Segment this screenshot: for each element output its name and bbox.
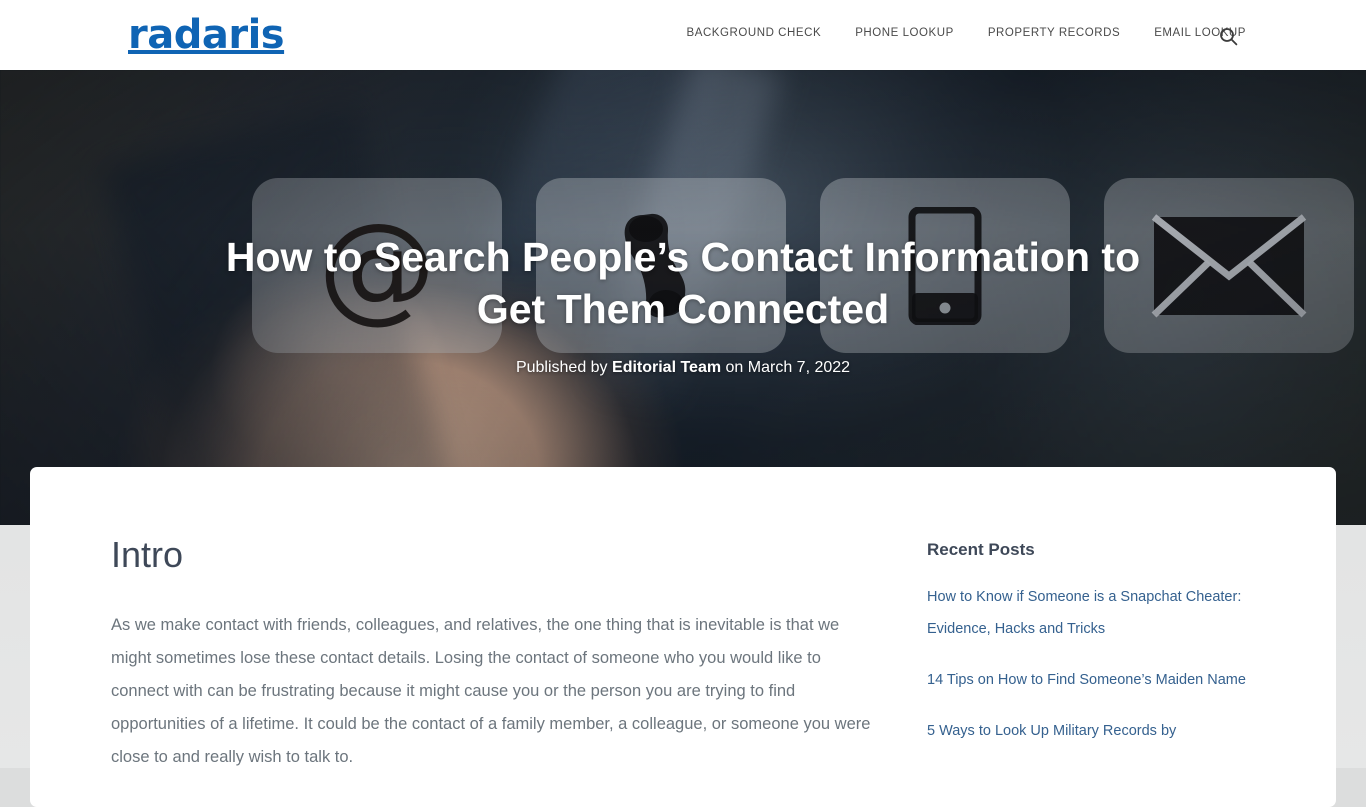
search-icon[interactable] (1216, 24, 1240, 48)
sidebar: Recent Posts How to Know if Someone is a… (927, 535, 1287, 774)
main-navigation: BACKGROUND CHECK PHONE LOOKUP PROPERTY R… (687, 27, 1246, 39)
byline-date: March 7, 2022 (747, 359, 851, 377)
recent-post-link-2[interactable]: 14 Tips on How to Find Someone’s Maiden … (927, 665, 1287, 697)
content-card: Intro As we make contact with friends, c… (30, 467, 1336, 807)
byline-middle: on (725, 359, 744, 377)
site-logo[interactable]: radaris (128, 14, 285, 56)
list-item: 14 Tips on How to Find Someone’s Maiden … (927, 665, 1287, 697)
article-byline: Published by Editorial Team on March 7, … (516, 359, 850, 377)
nav-item-background-check[interactable]: BACKGROUND CHECK (687, 27, 822, 39)
byline-author-link[interactable]: Editorial Team (612, 359, 721, 376)
recent-posts-list: How to Know if Someone is a Snapchat Che… (927, 582, 1287, 748)
article-body: Intro As we make contact with friends, c… (111, 535, 871, 774)
byline-prefix: Published by (515, 359, 608, 377)
nav-item-property-records[interactable]: PROPERTY RECORDS (988, 27, 1120, 39)
list-item: How to Know if Someone is a Snapchat Che… (927, 582, 1287, 646)
nav-item-phone-lookup[interactable]: PHONE LOOKUP (855, 27, 954, 39)
hero-text-block: How to Search People’s Contact Informati… (0, 70, 1366, 525)
list-item: 5 Ways to Look Up Military Records by (927, 716, 1287, 748)
recent-post-link-3[interactable]: 5 Ways to Look Up Military Records by (927, 716, 1287, 748)
site-header: radaris BACKGROUND CHECK PHONE LOOKUP PR… (0, 0, 1366, 70)
sidebar-heading-recent-posts: Recent Posts (927, 540, 1035, 559)
article-paragraph: As we make contact with friends, colleag… (111, 615, 871, 766)
recent-post-link-1[interactable]: How to Know if Someone is a Snapchat Che… (927, 582, 1287, 646)
hero-banner: @ How to Search People’s Co (0, 70, 1366, 525)
section-heading-intro: Intro (111, 534, 184, 575)
page-title: How to Search People’s Contact Informati… (225, 233, 1141, 332)
